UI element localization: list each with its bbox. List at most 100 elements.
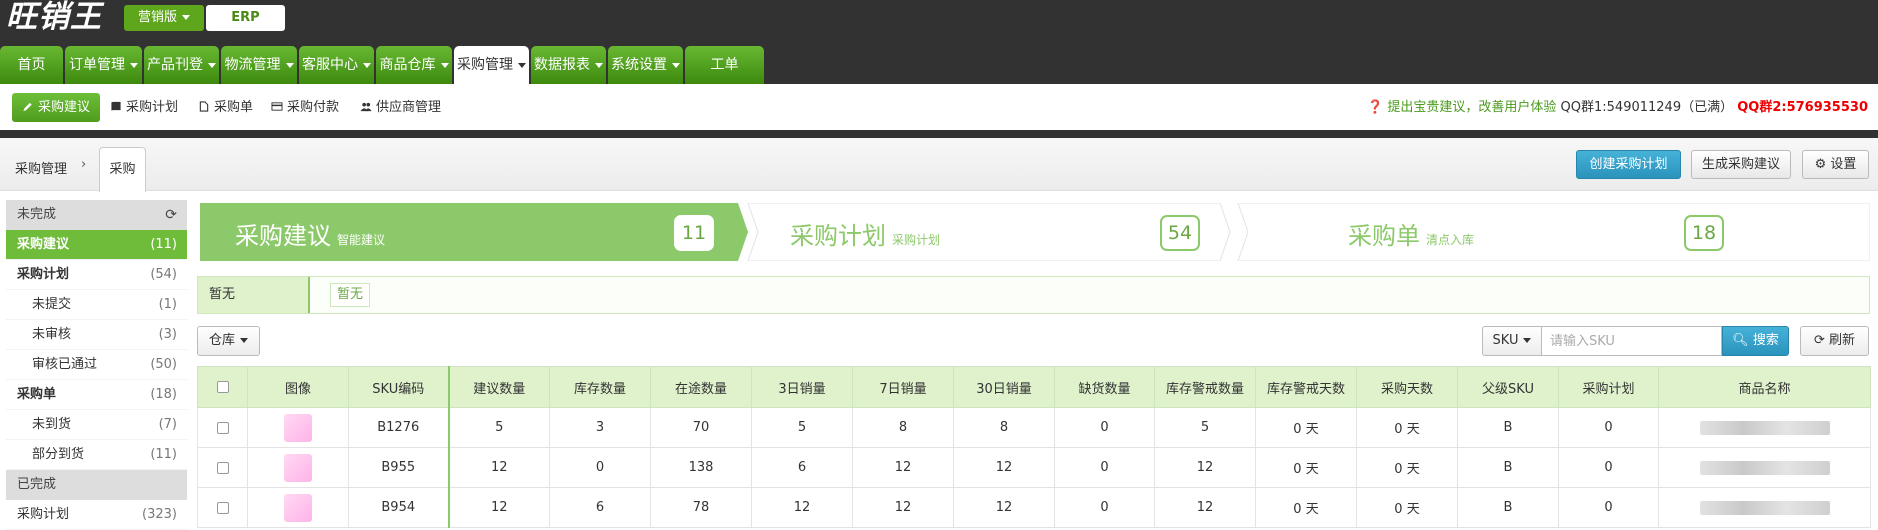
file-icon xyxy=(199,101,209,112)
feedback-text: 提出宝贵建议，改善用户体验 xyxy=(1387,100,1557,115)
sidebar-item-label: 采购单 xyxy=(17,387,57,402)
sidebar-item-suggest[interactable]: 采购建议 (11) xyxy=(6,230,187,260)
product-name-cell xyxy=(1658,487,1871,528)
edition-dropdown[interactable]: 营销版 xyxy=(124,5,204,31)
sku-type-select[interactable]: SKU xyxy=(1482,326,1542,356)
nav-tab-warehouse[interactable]: 商品仓库 xyxy=(376,46,452,84)
step-title-text: 采购单 xyxy=(1348,222,1420,250)
warehouse-dropdown[interactable]: 仓库 xyxy=(197,326,260,356)
subnav-label: 供应商管理 xyxy=(376,100,442,115)
refresh-icon[interactable]: ⟳ xyxy=(165,200,177,230)
row-checkbox[interactable] xyxy=(216,461,229,474)
sku-search-input[interactable] xyxy=(1542,326,1722,356)
chevron-down-icon xyxy=(363,62,371,68)
select-all-checkbox[interactable] xyxy=(216,381,229,393)
nav-tab-home[interactable]: 首页 xyxy=(0,46,63,84)
step-subtitle: 清点入库 xyxy=(1426,233,1475,247)
product-thumbnail[interactable] xyxy=(284,413,312,442)
step-plan[interactable]: 采购计划 采购计划 54 xyxy=(730,203,1220,261)
chevron-down-icon xyxy=(595,62,603,68)
nav-tab-orders[interactable]: 订单管理 xyxy=(65,46,142,84)
breadcrumb-current-tab[interactable]: 采购 xyxy=(99,147,146,192)
warn-days-cell: 0 天 xyxy=(1255,407,1357,448)
filter-tag[interactable]: 暂无 xyxy=(330,283,370,307)
product-thumbnail[interactable] xyxy=(284,453,312,482)
chevron-down-icon xyxy=(672,62,680,68)
sku-cell: B954 xyxy=(348,487,450,528)
sidebar-item-label: 部分到货 xyxy=(32,447,85,462)
subnav-purchase-payment[interactable]: 采购付款 xyxy=(271,93,339,122)
step-order[interactable]: 采购单 清点入库 18 xyxy=(1238,203,1870,261)
table-row[interactable]: B955 12 0 138 6 12 12 0 12 0 天 0 天 B 0 xyxy=(197,447,1871,488)
sidebar-group-done[interactable]: 已完成 xyxy=(6,470,187,500)
step-title: 采购建议 智能建议 xyxy=(235,216,385,251)
suggest-cell: 5 xyxy=(448,407,550,448)
sales3-cell: 6 xyxy=(751,447,853,488)
sidebar-item-unsubmitted[interactable]: 未提交 (1) xyxy=(6,290,187,320)
image-cell xyxy=(247,447,349,488)
table-row[interactable]: B1276 5 3 70 5 8 8 0 5 0 天 0 天 B 0 xyxy=(197,407,1871,448)
create-plan-button[interactable]: 创建采购计划 xyxy=(1576,150,1681,179)
refresh-icon: ⟳ xyxy=(1813,333,1825,348)
sidebar-item-done-plan[interactable]: 采购计划 (323) xyxy=(6,500,187,530)
search-button[interactable]: 🔍︎ 搜索 xyxy=(1722,326,1789,356)
nav-tab-label: 产品刊登 xyxy=(147,57,203,73)
row-checkbox[interactable] xyxy=(216,421,229,434)
nav-tab-label: 系统设置 xyxy=(611,57,667,73)
step-title-text: 采购建议 xyxy=(235,222,331,250)
row-select-cell[interactable] xyxy=(197,447,248,488)
search-label: 搜索 xyxy=(1752,333,1779,348)
subnav-supplier[interactable]: 供应商管理 xyxy=(360,93,441,122)
feedback-link[interactable]: ❓ 提出宝贵建议，改善用户体验 xyxy=(1367,100,1556,115)
erp-button[interactable]: ERP xyxy=(206,5,285,31)
help-icon: ❓ xyxy=(1367,100,1384,115)
settings-button[interactable]: ⚙ 设置 xyxy=(1802,150,1869,179)
product-name-cell xyxy=(1658,407,1871,448)
subnav-purchase-order[interactable]: 采购单 xyxy=(198,93,253,122)
subnav-purchase-plan[interactable]: 采购计划 xyxy=(110,93,178,122)
refresh-button[interactable]: ⟳ 刷新 xyxy=(1800,326,1869,356)
nav-tab-listing[interactable]: 产品刊登 xyxy=(144,46,219,84)
row-select-cell[interactable] xyxy=(197,407,248,448)
sidebar-item-count: (3) xyxy=(158,327,177,342)
step-title: 采购单 清点入库 xyxy=(1348,216,1474,251)
row-checkbox[interactable] xyxy=(216,501,229,514)
sidebar-item-approved[interactable]: 审核已通过 (50) xyxy=(6,350,187,380)
table-row[interactable]: B954 12 6 78 12 12 12 0 12 0 天 0 天 B 0 xyxy=(197,487,1871,528)
generate-suggestion-button[interactable]: 生成采购建议 xyxy=(1691,150,1791,179)
sidebar-item-label: 审核已通过 xyxy=(32,357,98,372)
nav-tab-settings[interactable]: 系统设置 xyxy=(608,46,683,84)
nav-tab-service[interactable]: 客服中心 xyxy=(299,46,374,84)
row-select-cell[interactable] xyxy=(197,487,248,528)
nav-tab-purchase[interactable]: 采购管理 xyxy=(454,46,529,84)
sidebar-item-order[interactable]: 采购单 (18) xyxy=(6,380,187,410)
subnav-label: 采购单 xyxy=(214,100,254,115)
sidebar-item-count: (323) xyxy=(142,507,177,522)
sidebar-group-pending[interactable]: 未完成 ⟳ xyxy=(6,200,187,230)
nav-tab-workorder[interactable]: 工单 xyxy=(685,46,764,84)
image-cell xyxy=(247,487,349,528)
nav-tab-logistics[interactable]: 物流管理 xyxy=(221,46,297,84)
sidebar-item-count: (11) xyxy=(150,447,177,462)
chevron-down-icon xyxy=(518,62,526,68)
breadcrumb-parent[interactable]: 采购管理 xyxy=(15,158,67,177)
sidebar-item-plan[interactable]: 采购计划 (54) xyxy=(6,260,187,290)
sidebar-item-partial[interactable]: 部分到货 (11) xyxy=(6,440,187,470)
sidebar-item-label: 采购计划 xyxy=(17,507,70,522)
sidebar-item-not-arrived[interactable]: 未到货 (7) xyxy=(6,410,187,440)
chevron-down-icon xyxy=(240,338,248,343)
select-all-cell[interactable] xyxy=(197,366,248,408)
sales30-cell: 12 xyxy=(953,487,1055,528)
step-count: 18 xyxy=(1684,215,1724,251)
subnav-purchase-suggest[interactable]: 采购建议 xyxy=(12,93,100,122)
suggest-cell: 12 xyxy=(448,447,550,488)
product-thumbnail[interactable] xyxy=(284,493,312,522)
step-suggest[interactable]: 采购建议 智能建议 11 xyxy=(200,203,748,261)
plan-cell: 0 xyxy=(1558,407,1659,448)
sidebar-item-unreviewed[interactable]: 未审核 (3) xyxy=(6,320,187,350)
redacted-name xyxy=(1699,500,1830,515)
chevron-down-icon xyxy=(182,15,190,20)
nav-tab-reports[interactable]: 数据报表 xyxy=(531,46,606,84)
col-header: 缺货数量 xyxy=(1054,366,1155,408)
chevron-down-icon xyxy=(440,62,449,68)
